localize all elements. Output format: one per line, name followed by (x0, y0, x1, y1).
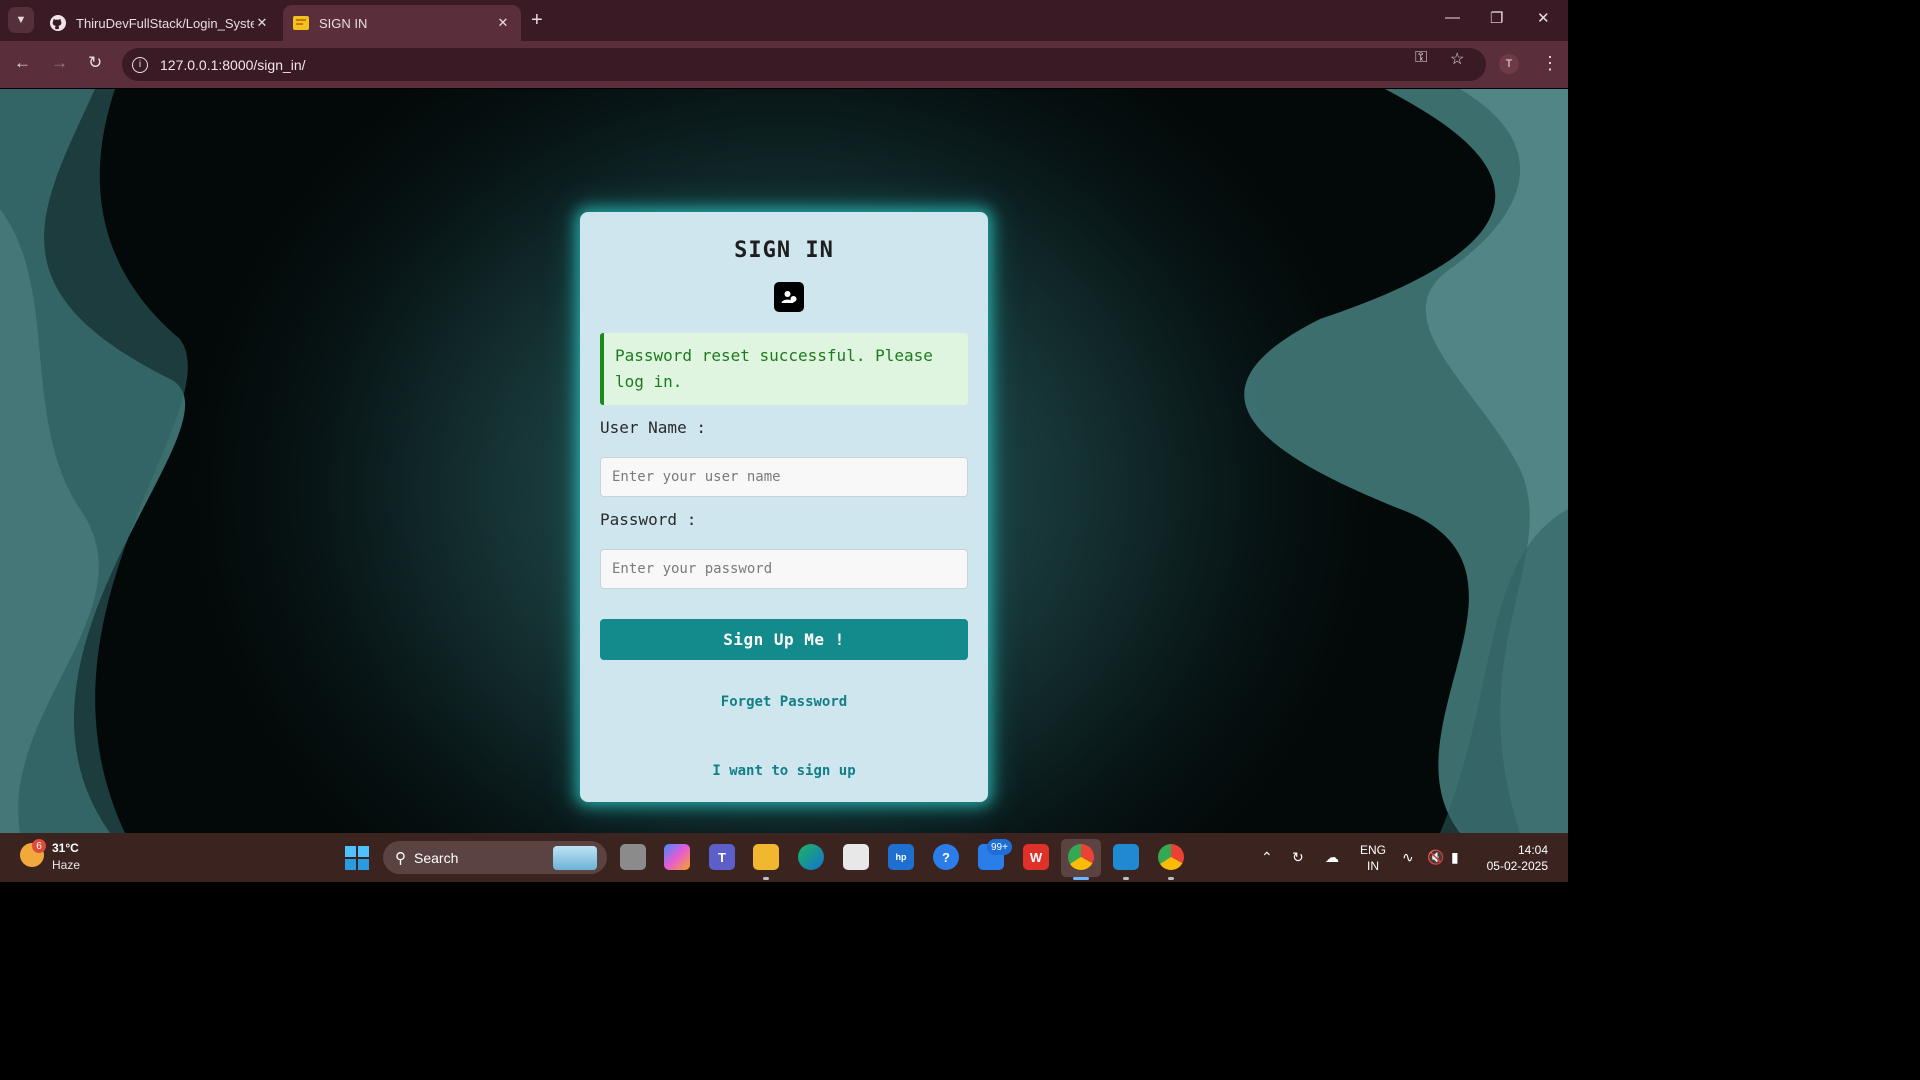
tab-search-button[interactable]: ▼ (8, 7, 34, 33)
page-title: SIGN IN (734, 238, 834, 263)
username-label: User Name : (600, 418, 706, 437)
browser-toolbar: ← → ↻ i 127.0.0.1:8000/sign_in/ ⚿ ☆ T ⋮ (0, 41, 1568, 88)
browser-menu-icon[interactable]: ⋮ (1541, 53, 1559, 74)
site-info-icon[interactable]: i (132, 56, 148, 73)
minimize-icon[interactable]: — (1445, 9, 1460, 26)
file-explorer-icon[interactable] (753, 844, 779, 870)
success-alert: Password reset successful. Please log in… (600, 333, 968, 405)
language-code: ENG (1360, 843, 1387, 857)
new-tab-button[interactable]: + (531, 9, 543, 32)
running-indicator (1123, 877, 1129, 880)
forward-icon[interactable]: → (51, 53, 68, 73)
weather-badge: 6 (32, 839, 46, 853)
myhp-icon[interactable]: hp (888, 844, 914, 870)
running-indicator (763, 877, 769, 880)
get-help-icon[interactable]: ? (933, 844, 959, 870)
username-input[interactable] (600, 457, 968, 497)
chrome-profile-icon[interactable] (1158, 844, 1184, 870)
weather-condition[interactable]: Haze (52, 858, 80, 872)
chevron-up-icon[interactable]: ⌃ (1261, 849, 1273, 866)
weather-temp[interactable]: 31°C (52, 841, 79, 855)
password-key-icon[interactable]: ⚿ (1415, 49, 1427, 67)
sync-icon[interactable]: ↻ (1292, 849, 1304, 866)
url-text: 127.0.0.1:8000/sign_in/ (160, 56, 306, 73)
address-bar[interactable]: i 127.0.0.1:8000/sign_in/ (122, 48, 1486, 81)
windows-start-icon[interactable] (345, 846, 369, 870)
wps-office-icon[interactable]: W (1023, 844, 1049, 870)
tab-title: SIGN IN (319, 15, 368, 31)
windows-taskbar: 6 31°C Haze ⚲ Search T hp ? 99+ W ⌃ ↻ ☁ … (0, 833, 1568, 882)
user-contact-icon (774, 282, 804, 312)
tab-title: ThiruDevFullStack/Login_System (76, 15, 254, 31)
running-indicator (1168, 877, 1174, 880)
edge-icon[interactable] (798, 844, 824, 870)
sign-in-card: SIGN IN Password reset successful. Pleas… (580, 212, 988, 802)
wifi-icon[interactable]: ∿ (1402, 849, 1414, 866)
tab-sign-in[interactable]: SIGN IN ✕ (283, 5, 521, 41)
restore-icon[interactable]: ❐ (1490, 9, 1503, 27)
teams-icon[interactable]: T (709, 844, 735, 870)
password-label: Password : (600, 510, 697, 529)
vscode-icon[interactable] (1113, 844, 1139, 870)
bookmark-star-icon[interactable]: ☆ (1450, 49, 1464, 69)
active-indicator (1073, 877, 1089, 880)
date: 05-02-2025 (1486, 859, 1548, 873)
taskbar-search[interactable]: ⚲ Search (383, 841, 607, 874)
language-region: IN (1367, 859, 1379, 873)
notification-badge: 99+ (987, 839, 1012, 855)
close-tab-icon[interactable]: ✕ (495, 15, 511, 31)
page-background: SIGN IN Password reset successful. Pleas… (0, 89, 1568, 833)
github-icon (50, 15, 66, 31)
language-indicator[interactable]: ENG IN (1360, 842, 1386, 874)
sign-up-link[interactable]: I want to sign up (580, 763, 988, 779)
browser-tab-bar: ▼ ThiruDevFullStack/Login_System ✕ SIGN … (0, 0, 1568, 41)
close-window-icon[interactable]: ✕ (1537, 9, 1550, 27)
store-icon[interactable] (843, 844, 869, 870)
submit-button[interactable]: Sign Up Me ! (600, 619, 968, 660)
clock[interactable]: 14:04 05-02-2025 (1484, 842, 1548, 874)
close-tab-icon[interactable]: ✕ (254, 15, 270, 31)
search-highlight-image (553, 846, 597, 870)
cloud-icon[interactable]: ☁ (1325, 849, 1339, 866)
time: 14:04 (1517, 843, 1548, 857)
reload-icon[interactable]: ↻ (88, 53, 102, 73)
site-favicon (293, 16, 309, 30)
task-view-icon[interactable] (620, 844, 646, 870)
battery-icon[interactable]: ▮ (1451, 849, 1459, 866)
back-icon[interactable]: ← (14, 53, 31, 73)
profile-avatar[interactable]: T (1499, 54, 1519, 74)
volume-muted-icon[interactable]: 🔇 (1427, 849, 1444, 866)
password-input[interactable] (600, 549, 968, 589)
search-icon: ⚲ (395, 849, 406, 867)
forget-password-link[interactable]: Forget Password (580, 694, 988, 710)
copilot-icon[interactable] (664, 844, 690, 870)
tab-github[interactable]: ThiruDevFullStack/Login_System ✕ (40, 5, 280, 41)
search-label: Search (414, 849, 459, 866)
chrome-icon[interactable] (1068, 844, 1094, 870)
